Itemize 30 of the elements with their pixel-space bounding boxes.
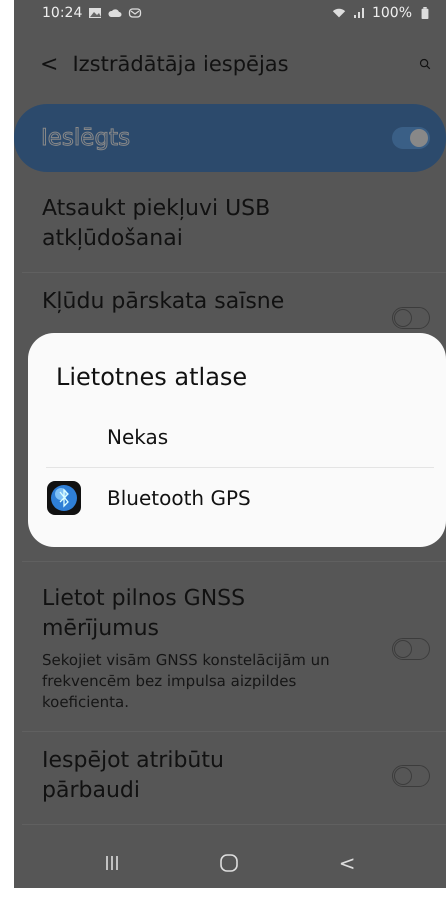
signal-icon: [352, 7, 366, 19]
home-button[interactable]: [220, 854, 238, 872]
status-time: 10:24: [42, 5, 82, 21]
setting-title[interactable]: Atsaukt piekļuvi USB atkļūdošanai: [42, 194, 312, 254]
setting-title[interactable]: Lietot pilnos GNSS mērījumus: [42, 584, 312, 644]
app-option[interactable]: Nekas: [46, 407, 434, 467]
home-icon: [220, 854, 238, 872]
switch-label: Ieslēgts: [41, 125, 132, 151]
mail-icon: [128, 7, 142, 19]
toggle-switch[interactable]: [392, 307, 430, 329]
search-icon[interactable]: [418, 58, 432, 70]
image-icon: [88, 7, 102, 19]
page-title: Izstrādātāja iespējas: [72, 52, 290, 76]
setting-description: Sekojiet visām GNSS konstelācijām un frekvencēm bez impulsa aizpildes koeficienta.: [42, 650, 331, 713]
battery-percent: 100%: [372, 5, 412, 21]
setting-title[interactable]: Iespējot atribūtu pārbaudi: [42, 746, 312, 806]
toggle-switch[interactable]: [392, 127, 430, 149]
toggle-switch[interactable]: [392, 765, 430, 787]
back-button[interactable]: <: [40, 52, 58, 76]
app-option[interactable]: Bluetooth GPS: [46, 467, 434, 527]
dialog-title: Lietotnes atlase: [55, 362, 248, 393]
setting-title[interactable]: Kļūdu pārskata saīsne: [42, 287, 312, 317]
recents-icon: [104, 854, 119, 872]
recent-apps-button[interactable]: [104, 854, 119, 872]
app-icon: [46, 480, 82, 516]
cloud-icon: [108, 7, 122, 19]
wifi-icon: [332, 7, 346, 19]
master-switch-bar[interactable]: Ieslēgts: [14, 104, 446, 172]
toggle-switch[interactable]: [392, 638, 430, 660]
back-nav-button[interactable]: <: [338, 851, 356, 875]
